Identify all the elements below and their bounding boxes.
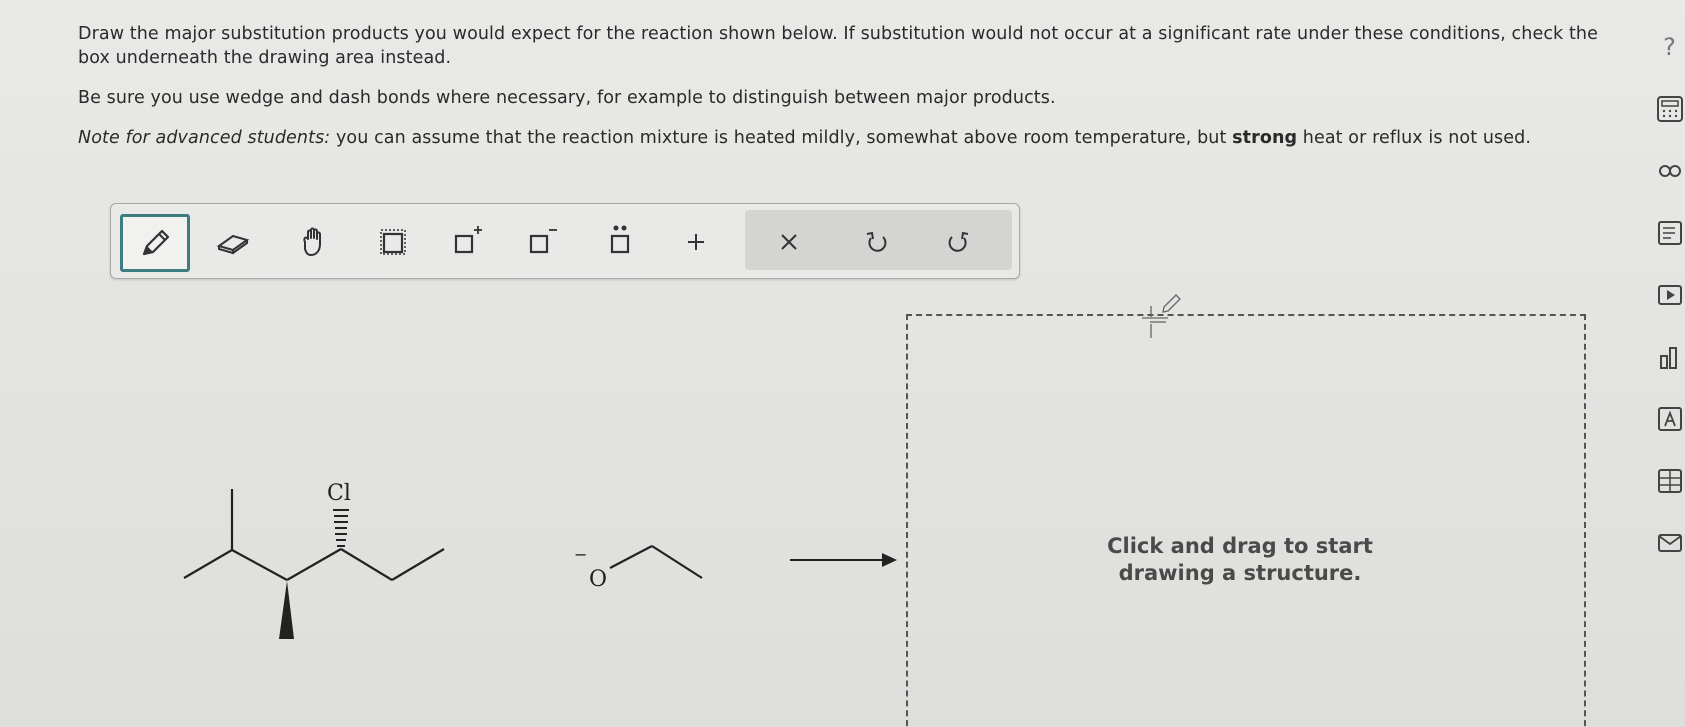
add-tool-button[interactable]	[662, 215, 730, 269]
question-wedge-note: Be sure you use wedge and dash bonds whe…	[78, 88, 1056, 108]
negative-charge-icon	[529, 229, 557, 254]
wedge-bond	[279, 581, 294, 639]
question-instructions: Draw the major substitution products you…	[78, 24, 1598, 68]
hand-icon	[303, 227, 321, 256]
positive-charge-tool-button[interactable]	[433, 215, 501, 269]
add-icon	[688, 234, 704, 250]
eraser-icon	[216, 234, 250, 255]
negative-charge-label: −	[574, 545, 587, 564]
undo-button[interactable]	[843, 215, 911, 269]
mail-icon[interactable]	[1654, 528, 1685, 558]
drawing-toolbar	[110, 203, 1020, 279]
drawing-hint-line1: Click and drag to start	[1107, 534, 1373, 558]
hash-bond	[333, 509, 349, 547]
lone-pair-tool-button[interactable]	[586, 215, 654, 269]
redo-icon	[948, 231, 969, 252]
drawing-hint-line2: drawing a structure.	[1118, 561, 1362, 585]
help-icon[interactable]: ?	[1654, 32, 1685, 62]
oxygen-label: O	[589, 567, 607, 592]
reagent-molecule	[609, 545, 703, 579]
drawing-area[interactable]	[906, 314, 1586, 727]
reactant-molecule	[183, 489, 445, 581]
select-box-icon	[380, 229, 406, 255]
note-text-b: heat or reflux is not used.	[1297, 128, 1531, 148]
chart-icon[interactable]	[1654, 342, 1685, 372]
calculator-icon[interactable]	[1654, 94, 1685, 124]
drawing-hint: Click and drag to start drawing a struct…	[1080, 533, 1400, 587]
periodic-table-icon[interactable]	[1654, 466, 1685, 496]
pencil-icon	[142, 229, 170, 256]
right-sidebar: ?	[1640, 0, 1685, 727]
note-label: Note for advanced students:	[78, 128, 331, 148]
redo-button[interactable]	[924, 215, 992, 269]
reaction-arrow	[790, 553, 897, 567]
clear-icon	[781, 234, 797, 250]
chlorine-label: Cl	[327, 481, 351, 506]
video-icon[interactable]	[1654, 280, 1685, 310]
pencil-tool-button[interactable]	[120, 214, 190, 272]
page: Draw the major substitution products you…	[0, 0, 1685, 727]
textbook-icon[interactable]	[1654, 218, 1685, 248]
select-box-tool-button[interactable]	[359, 215, 427, 269]
positive-charge-icon	[454, 226, 482, 254]
note-text-a: you can assume that the reaction mixture…	[330, 128, 1233, 148]
hand-tool-button[interactable]	[279, 215, 347, 269]
reference-icon[interactable]	[1654, 404, 1685, 434]
note-bold: strong	[1232, 128, 1298, 148]
lone-pair-icon	[610, 225, 630, 254]
undo-icon	[866, 231, 887, 252]
eraser-tool-button[interactable]	[199, 215, 267, 269]
link-icon[interactable]	[1654, 156, 1685, 186]
question-advanced-note: Note for advanced students: you can assu…	[78, 126, 1578, 150]
negative-charge-tool-button[interactable]	[508, 215, 576, 269]
clear-button[interactable]	[755, 215, 823, 269]
